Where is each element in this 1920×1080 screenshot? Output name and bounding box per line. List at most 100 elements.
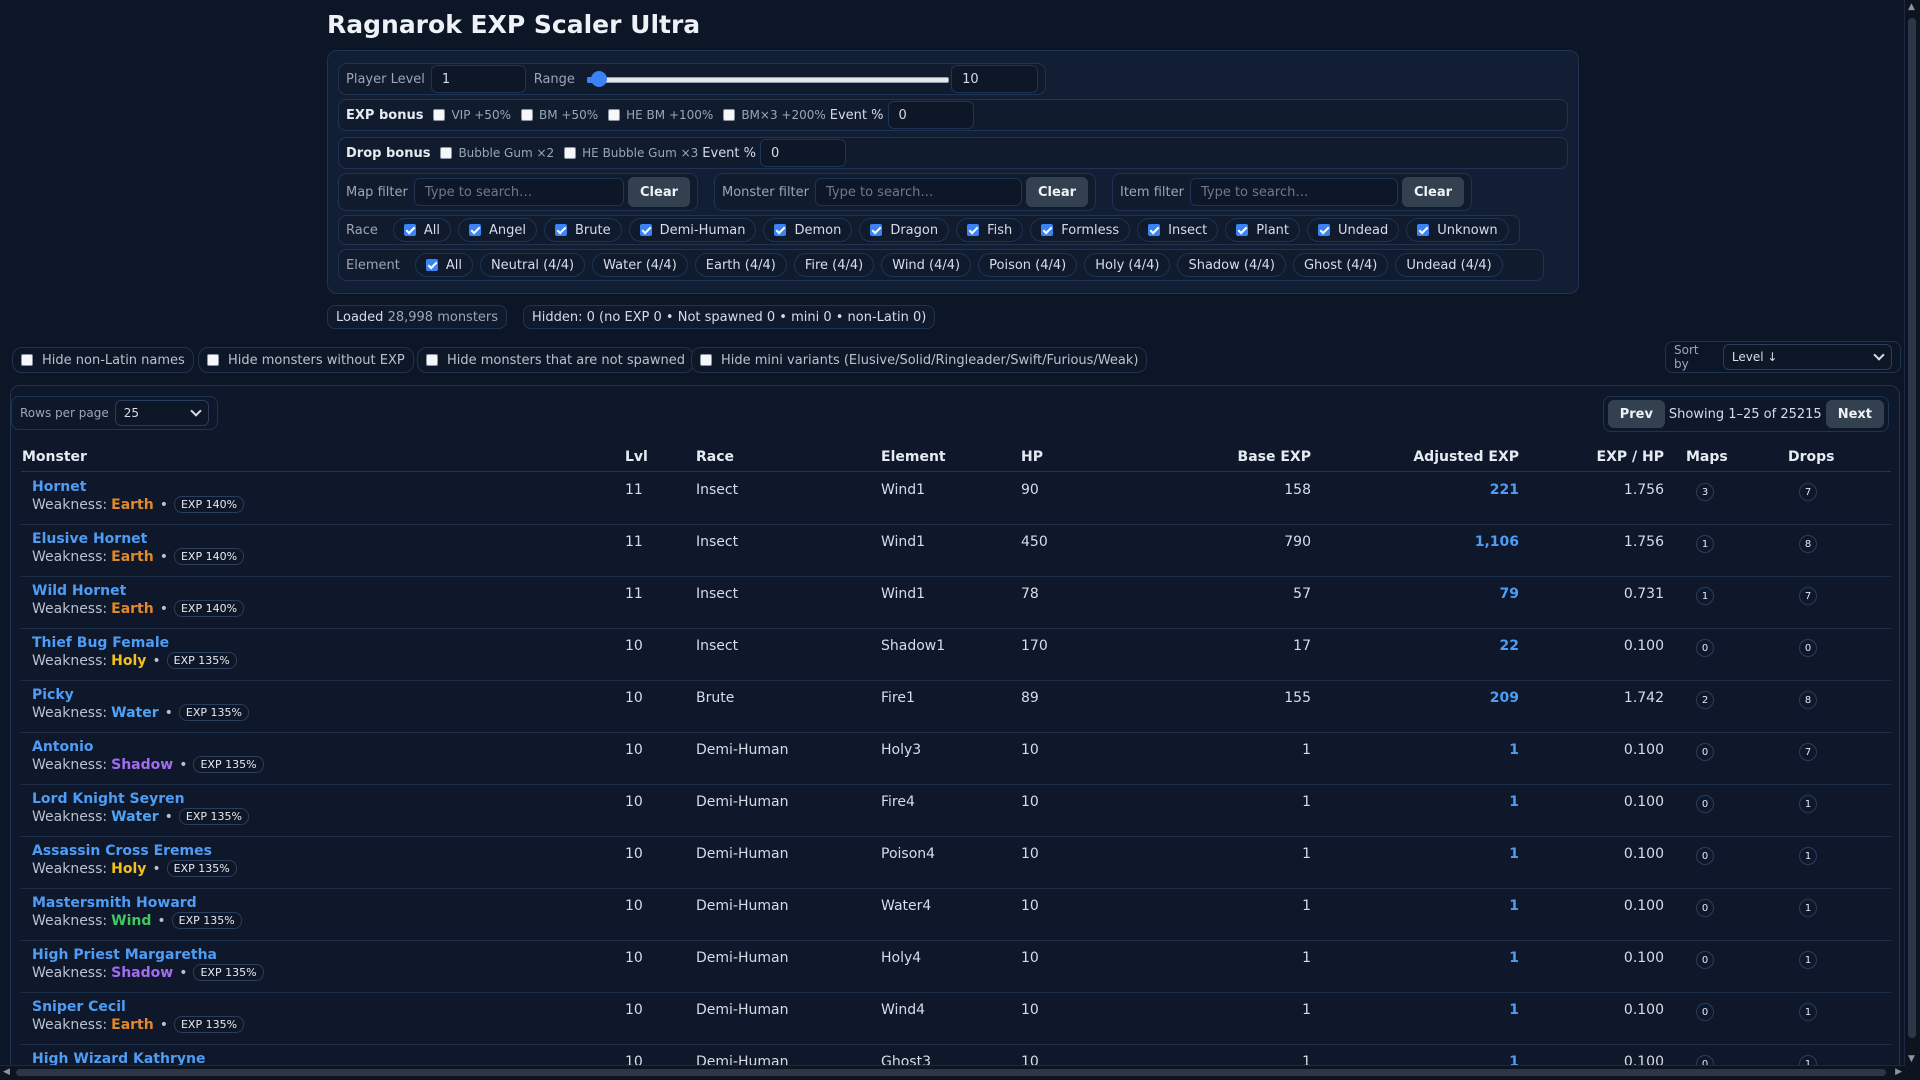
maps-count-badge[interactable]: 1 — [1696, 587, 1714, 605]
header-hp[interactable]: HP — [1021, 449, 1043, 465]
maps-count-badge[interactable]: 0 — [1696, 899, 1714, 917]
hide-mini-variants-checkbox[interactable] — [700, 354, 712, 366]
header-drops[interactable]: Drops — [1788, 449, 1835, 465]
range-input[interactable]: 10 — [951, 65, 1038, 93]
maps-count-badge[interactable]: 0 — [1696, 951, 1714, 969]
drops-count-badge[interactable]: 8 — [1799, 535, 1817, 553]
range-slider-thumb[interactable] — [590, 71, 607, 87]
race-chip-angel[interactable]: Angel — [457, 218, 537, 242]
race-chip-insect[interactable]: Insect — [1137, 218, 1219, 242]
header-monster[interactable]: Monster — [22, 449, 87, 465]
monster-name-link[interactable]: Wild Hornet — [32, 583, 126, 599]
drops-count-badge[interactable]: 1 — [1799, 899, 1817, 917]
bm-checkbox[interactable] — [520, 109, 533, 121]
race-checkbox-formless[interactable] — [1041, 224, 1054, 236]
table-row[interactable]: Sniper Cecil Weakness: Earth • EXP 135% 10 Dem… — [21, 992, 1891, 1045]
monster-name-link[interactable]: Hornet — [32, 479, 86, 495]
element-chip-holy[interactable]: Holy (4/4) — [1084, 253, 1171, 277]
race-checkbox-insect[interactable] — [1148, 224, 1161, 236]
item-filter-clear-button[interactable]: Clear — [1402, 177, 1464, 207]
vertical-scroll-thumb[interactable] — [1908, 18, 1916, 1038]
map-filter-clear-button[interactable]: Clear — [628, 177, 690, 207]
race-checkbox-fish[interactable] — [967, 224, 980, 236]
horizontal-scroll-thumb[interactable] — [16, 1069, 1886, 1076]
vip-checkbox[interactable] — [433, 109, 446, 121]
element-chip-undead[interactable]: Undead (4/4) — [1395, 253, 1503, 277]
monster-name-link[interactable]: Picky — [32, 687, 74, 703]
drops-count-badge[interactable]: 1 — [1799, 951, 1817, 969]
race-checkbox-plant[interactable] — [1236, 224, 1249, 236]
maps-count-badge[interactable]: 2 — [1696, 691, 1714, 709]
race-checkbox-demon[interactable] — [774, 224, 787, 236]
hide-non-latin-option[interactable]: Hide non-Latin names — [12, 347, 194, 373]
race-checkbox-brute[interactable] — [554, 224, 567, 236]
drops-count-badge[interactable]: 7 — [1799, 483, 1817, 501]
monster-name-link[interactable]: Antonio — [32, 739, 94, 755]
race-checkbox-angel[interactable] — [468, 224, 481, 236]
race-chip-formless[interactable]: Formless — [1030, 218, 1131, 242]
element-chip-poison[interactable]: Poison (4/4) — [978, 253, 1078, 277]
table-row[interactable]: Hornet Weakness: Earth • EXP 140% 11 Insect Win… — [21, 472, 1891, 525]
race-chip-plant[interactable]: Plant — [1225, 218, 1301, 242]
element-chip-all[interactable]: All — [414, 253, 473, 277]
monster-name-link[interactable]: Thief Bug Female — [32, 635, 169, 651]
scroll-left-icon[interactable]: ◀ — [3, 1067, 10, 1077]
monster-name-link[interactable]: Mastersmith Howard — [32, 895, 197, 911]
race-chip-unknown[interactable]: Unknown — [1406, 218, 1509, 242]
drops-count-badge[interactable]: 7 — [1799, 743, 1817, 761]
drops-count-badge[interactable]: 7 — [1799, 587, 1817, 605]
maps-count-badge[interactable]: 0 — [1696, 639, 1714, 657]
race-chip-fish[interactable]: Fish — [956, 218, 1024, 242]
header-element[interactable]: Element — [881, 449, 946, 465]
race-chip-dragon[interactable]: Dragon — [859, 218, 950, 242]
map-filter-input[interactable]: Type to search… — [413, 178, 624, 206]
header-base-exp[interactable]: Base EXP — [1238, 449, 1311, 465]
drops-count-badge[interactable]: 0 — [1799, 639, 1817, 657]
element-chip-water[interactable]: Water (4/4) — [592, 253, 688, 277]
element-chip-wind[interactable]: Wind (4/4) — [881, 253, 972, 277]
race-checkbox-undead[interactable] — [1318, 224, 1331, 236]
monster-name-link[interactable]: Sniper Cecil — [32, 999, 126, 1015]
item-filter-input[interactable]: Type to search… — [1189, 178, 1398, 206]
drops-count-badge[interactable]: 8 — [1799, 691, 1817, 709]
table-row[interactable]: High Priest Margaretha Weakness: Shadow • EX… — [21, 940, 1891, 993]
race-chip-brute[interactable]: Brute — [543, 218, 622, 242]
scroll-right-icon[interactable]: ▶ — [1895, 1067, 1902, 1077]
element-chip-ghost[interactable]: Ghost (4/4) — [1292, 253, 1389, 277]
hide-not-spawned-option[interactable]: Hide monsters that are not spawned — [417, 347, 694, 373]
he-bm-checkbox[interactable] — [608, 109, 621, 121]
drops-count-badge[interactable]: 1 — [1799, 847, 1817, 865]
element-chip-shadow[interactable]: Shadow (4/4) — [1177, 253, 1286, 277]
table-row[interactable]: Elusive Hornet Weakness: Earth • EXP 140% 11 I… — [21, 524, 1891, 577]
race-chip-demi-human[interactable]: Demi-Human — [628, 218, 757, 242]
element-checkbox-all[interactable] — [425, 259, 438, 271]
table-row[interactable]: Thief Bug Female Weakness: Holy • EXP 135% 10… — [21, 628, 1891, 681]
scroll-down-icon[interactable]: ▼ — [1908, 1054, 1915, 1064]
element-chip-earth[interactable]: Earth (4/4) — [694, 253, 787, 277]
monster-name-link[interactable]: Elusive Hornet — [32, 531, 147, 547]
hide-no-exp-checkbox[interactable] — [207, 354, 219, 366]
monster-name-link[interactable]: Lord Knight Seyren — [32, 791, 185, 807]
bm3-checkbox[interactable] — [723, 109, 736, 121]
hide-non-latin-checkbox[interactable] — [21, 354, 33, 366]
table-row[interactable]: Assassin Cross Eremes Weakness: Holy • EXP 1… — [21, 836, 1891, 889]
table-row[interactable]: Mastersmith Howard Weakness: Wind • EXP 135%… — [21, 888, 1891, 941]
header-exp-hp[interactable]: EXP / HP — [1597, 449, 1664, 465]
exp-event-input[interactable]: 0 — [887, 101, 974, 129]
sort-select[interactable]: Level ↓ — [1722, 344, 1892, 370]
race-chip-undead[interactable]: Undead — [1307, 218, 1400, 242]
header-adjusted-exp[interactable]: Adjusted EXP — [1413, 449, 1519, 465]
maps-count-badge[interactable]: 0 — [1696, 847, 1714, 865]
monster-name-link[interactable]: Assassin Cross Eremes — [32, 843, 212, 859]
header-maps[interactable]: Maps — [1686, 449, 1728, 465]
horizontal-scrollbar[interactable]: ◀ ▶ — [0, 1065, 1905, 1080]
maps-count-badge[interactable]: 0 — [1696, 743, 1714, 761]
maps-count-badge[interactable]: 0 — [1696, 1003, 1714, 1021]
hide-not-spawned-checkbox[interactable] — [426, 354, 438, 366]
header-race[interactable]: Race — [696, 449, 734, 465]
player-level-input[interactable]: 1 — [430, 65, 526, 93]
race-checkbox-all[interactable] — [403, 224, 416, 236]
table-row[interactable]: Wild Hornet Weakness: Earth • EXP 140% 11 Inse… — [21, 576, 1891, 629]
bubble-gum-checkbox[interactable] — [440, 147, 453, 159]
race-chip-demon[interactable]: Demon — [763, 218, 853, 242]
